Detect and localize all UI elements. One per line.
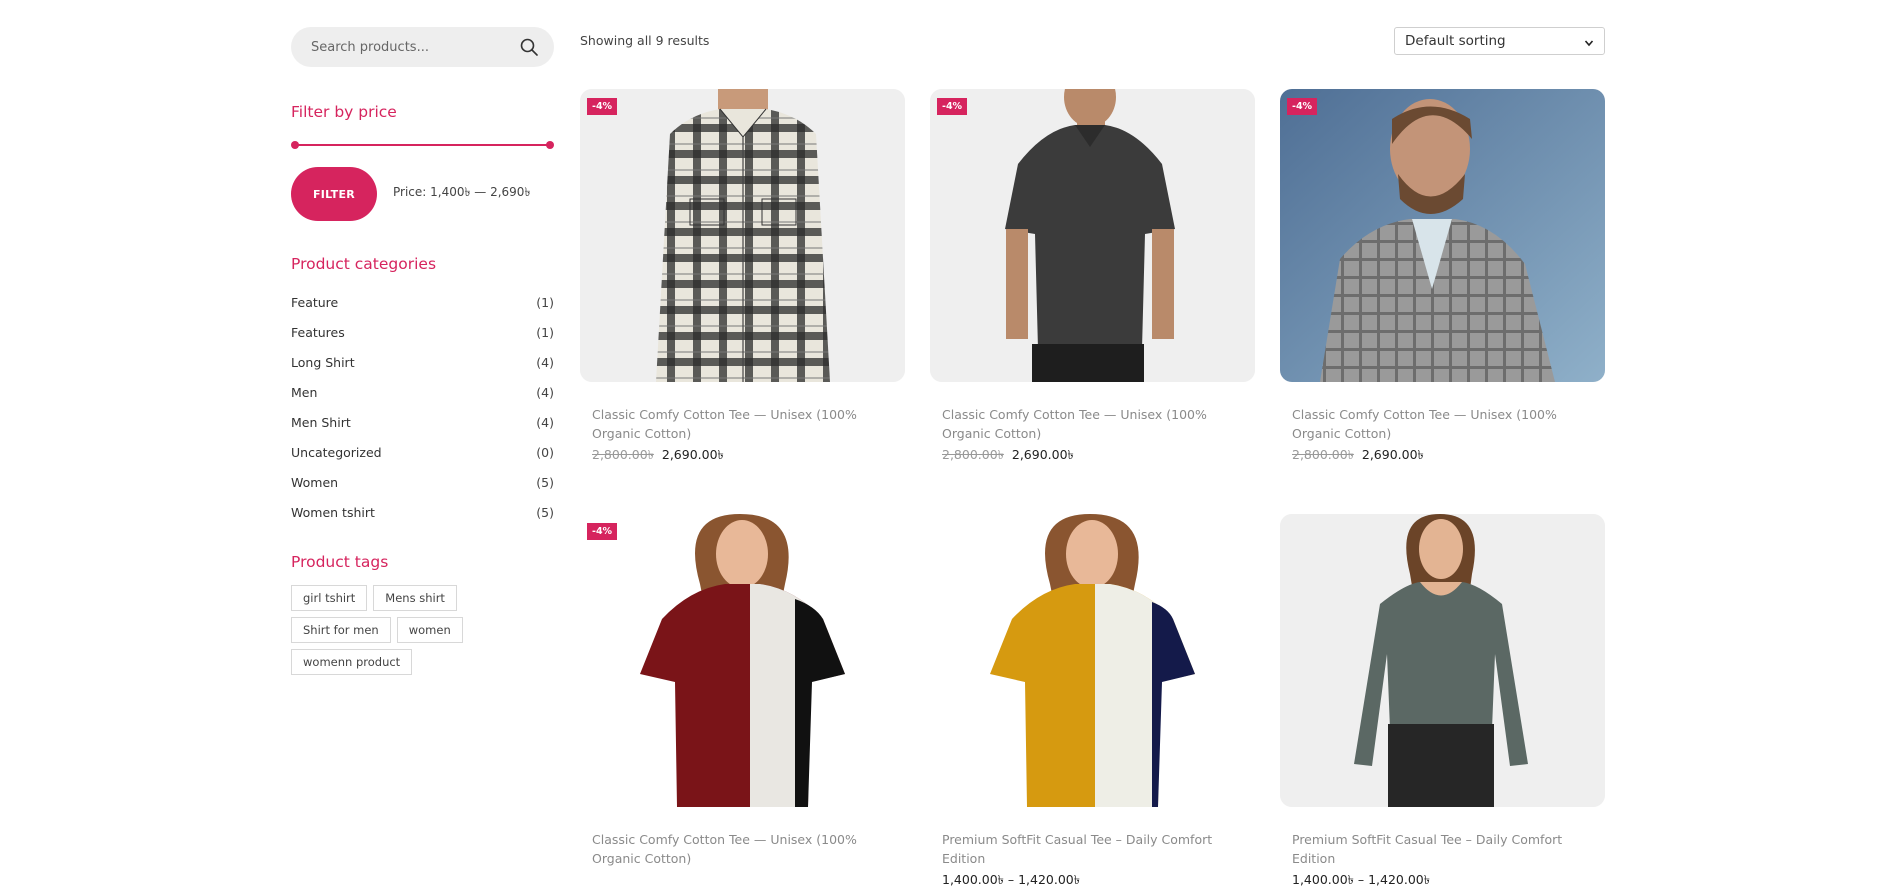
product-title[interactable]: Classic Comfy Cotton Tee — Unisex (100% … <box>1292 405 1593 443</box>
category-label[interactable]: Men Shirt <box>291 415 351 430</box>
current-price: 1,400.00৳ – 1,420.00৳ <box>1292 872 1430 887</box>
price-range-track <box>294 144 549 146</box>
filter-button[interactable]: FILTER <box>291 167 377 221</box>
product-title[interactable]: Premium SoftFit Casual Tee – Daily Comfo… <box>942 830 1243 868</box>
category-count: (1) <box>536 294 554 310</box>
grey-longsleeve-woman-image <box>1280 514 1605 807</box>
category-item[interactable]: Feature (1) <box>291 287 554 317</box>
category-count: (1) <box>536 324 554 340</box>
category-item[interactable]: Features (1) <box>291 317 554 347</box>
sale-badge: -4% <box>937 98 968 115</box>
product-tags-widget: Product tags girl tshirt Mens shirt Shir… <box>291 553 554 675</box>
category-list: Feature (1) Features (1) Long Shirt (4) Men… <box>291 287 554 527</box>
price-range-slider[interactable] <box>291 139 554 151</box>
sale-badge: -4% <box>587 523 618 540</box>
category-count: (5) <box>536 504 554 520</box>
category-count: (0) <box>536 444 554 460</box>
tag-link[interactable]: Mens shirt <box>373 585 457 611</box>
product-card[interactable]: Premium SoftFit Casual Tee – Daily Comfo… <box>930 514 1255 892</box>
mustard-colorblock-tee-woman-image <box>930 514 1255 807</box>
tag-link[interactable]: women <box>396 617 463 643</box>
product-card[interactable]: -4% Classic Comfy Cotton Tee — Unisex (1… <box>930 89 1255 467</box>
product-image[interactable]: -4% <box>580 89 905 382</box>
tag-cloud: girl tshirt Mens shirt Shirt for men wom… <box>291 585 491 675</box>
category-item[interactable]: Women (5) <box>291 467 554 497</box>
category-item[interactable]: Long Shirt (4) <box>291 347 554 377</box>
product-card[interactable]: Premium SoftFit Casual Tee – Daily Comfo… <box>1280 514 1605 892</box>
category-item[interactable]: Men (4) <box>291 377 554 407</box>
plaid-shirt-man-image <box>580 89 905 382</box>
price-min-handle[interactable] <box>291 141 299 149</box>
product-title[interactable]: Classic Comfy Cotton Tee — Unisex (100% … <box>592 405 893 443</box>
sort-selected-value: Default sorting <box>1405 33 1506 49</box>
price-filter-widget: Filter by price FILTER Price: 1,400৳ — 2… <box>291 103 554 221</box>
category-label[interactable]: Women tshirt <box>291 505 375 520</box>
product-title[interactable]: Premium SoftFit Casual Tee – Daily Comfo… <box>1292 830 1593 868</box>
product-image[interactable]: -4% <box>580 514 905 807</box>
category-label[interactable]: Long Shirt <box>291 355 355 370</box>
current-price: 2,690.00৳ <box>661 447 724 462</box>
search-input[interactable] <box>309 38 503 56</box>
product-image[interactable]: -4% <box>930 89 1255 382</box>
category-label[interactable]: Women <box>291 475 338 490</box>
sale-badge: -4% <box>1287 98 1318 115</box>
product-categories-widget: Product categories Feature (1) Features (1… <box>291 255 554 527</box>
category-label[interactable]: Features <box>291 325 345 340</box>
old-price: 2,800.00৳ <box>942 447 1004 462</box>
product-image[interactable]: -4% <box>1280 89 1605 382</box>
dark-polo-man-image <box>930 89 1255 382</box>
tags-title: Product tags <box>291 553 389 571</box>
product-image[interactable] <box>930 514 1255 807</box>
old-price: 2,800.00৳ <box>592 447 654 462</box>
product-card[interactable]: -4% Classic Comfy Cotton Tee — Unisex (1… <box>1280 89 1605 467</box>
product-image[interactable] <box>1280 514 1605 807</box>
price-filter-title: Filter by price <box>291 103 397 121</box>
price-max-handle[interactable] <box>546 141 554 149</box>
tag-link[interactable]: womenn product <box>291 649 413 675</box>
category-label[interactable]: Uncategorized <box>291 445 382 460</box>
shop-sidebar: Filter by price FILTER Price: 1,400৳ — 2… <box>291 27 554 675</box>
product-card[interactable]: -4% Classic Comfy Cotton Tee — Unisex (1… <box>580 89 905 467</box>
category-count: (4) <box>536 414 554 430</box>
maroon-colorblock-tee-woman-image <box>580 514 905 807</box>
product-price: 1,400.00৳ – 1,420.00৳ <box>942 872 1243 892</box>
sale-badge: -4% <box>587 98 618 115</box>
category-count: (4) <box>536 354 554 370</box>
current-price: 1,400.00৳ – 1,420.00৳ <box>942 872 1080 887</box>
category-item[interactable]: Men Shirt (4) <box>291 407 554 437</box>
product-title[interactable]: Classic Comfy Cotton Tee — Unisex (100% … <box>592 830 893 868</box>
product-price: 2,800.00৳ 2,690.00৳ <box>1292 447 1593 467</box>
current-price: 2,690.00৳ <box>1361 447 1424 462</box>
product-search-box <box>291 27 554 67</box>
search-icon[interactable] <box>520 38 538 56</box>
category-item[interactable]: Women tshirt (5) <box>291 497 554 527</box>
category-item[interactable]: Uncategorized (0) <box>291 437 554 467</box>
product-price: 2,800.00৳ 2,690.00৳ <box>592 447 893 467</box>
chevron-down-icon <box>1584 36 1594 47</box>
category-count: (5) <box>536 474 554 490</box>
old-price: 2,800.00৳ <box>1292 447 1354 462</box>
categories-title: Product categories <box>291 255 437 273</box>
category-label[interactable]: Feature <box>291 295 338 310</box>
tag-link[interactable]: girl tshirt <box>291 585 368 611</box>
product-card[interactable]: -4% Classic Comfy Cotton Tee — Unisex (1… <box>580 514 905 872</box>
product-price: 2,800.00৳ 2,690.00৳ <box>942 447 1243 467</box>
category-count: (4) <box>536 384 554 400</box>
category-label[interactable]: Men <box>291 385 317 400</box>
result-count: Showing all 9 results <box>580 33 710 48</box>
tag-link[interactable]: Shirt for men <box>291 617 391 643</box>
current-price: 2,690.00৳ <box>1011 447 1074 462</box>
plaid-blazer-man-image <box>1280 89 1605 382</box>
price-range-label: Price: 1,400৳ — 2,690৳ <box>393 185 531 199</box>
product-price: 1,400.00৳ – 1,420.00৳ <box>1292 872 1593 892</box>
product-title[interactable]: Classic Comfy Cotton Tee — Unisex (100% … <box>942 405 1243 443</box>
sort-select[interactable]: Default sorting <box>1394 27 1605 55</box>
